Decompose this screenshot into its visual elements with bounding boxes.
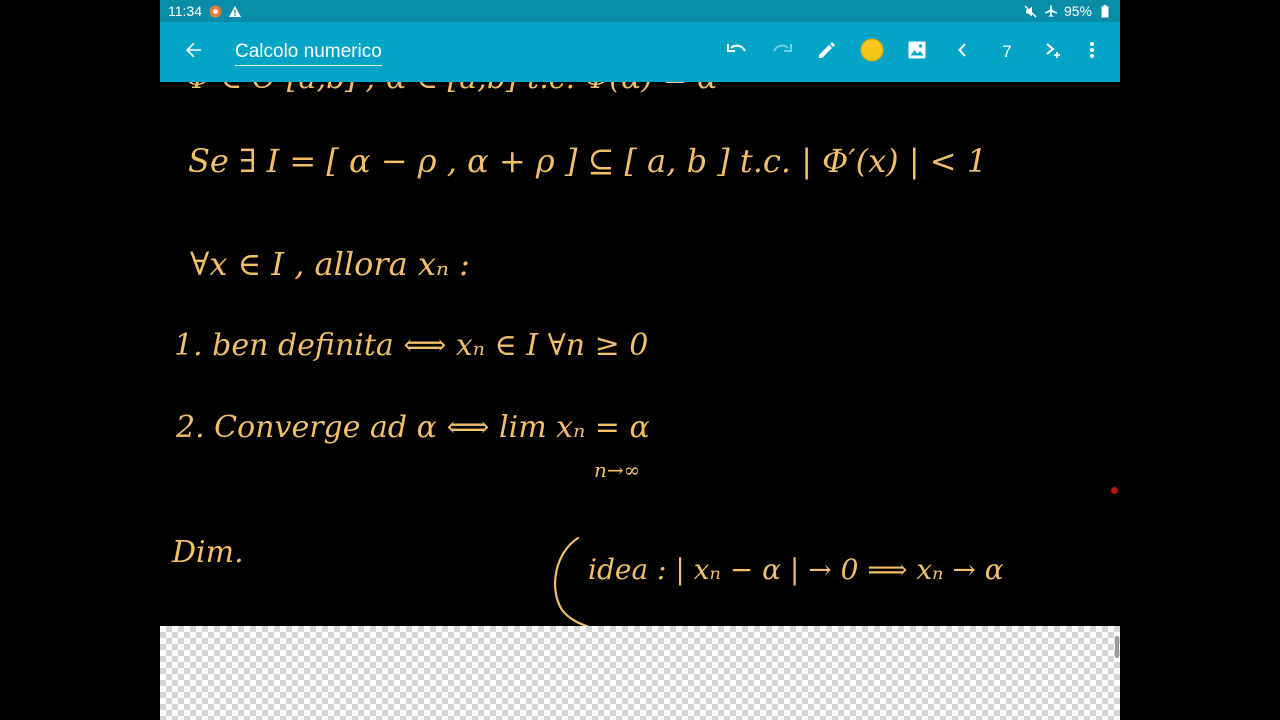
airplane-icon xyxy=(1044,4,1058,18)
chevron-left-icon xyxy=(957,42,967,62)
page-background-transparent xyxy=(160,626,1120,720)
note-line-idea: idea : | xₙ − α | → 0 ⟹ xₙ → α xyxy=(588,553,1004,586)
pen-cursor-dot xyxy=(1111,487,1118,494)
screen-record-icon xyxy=(208,4,222,18)
redo-icon xyxy=(771,43,793,62)
warning-icon xyxy=(228,4,242,18)
insert-image-button[interactable] xyxy=(895,30,939,74)
image-icon xyxy=(908,41,926,64)
pen-color-button[interactable] xyxy=(850,30,894,74)
page-number[interactable]: 7 xyxy=(985,30,1029,74)
app-toolbar: Calcolo numerico 7 xyxy=(160,22,1120,82)
undo-button[interactable] xyxy=(715,30,759,74)
status-time: 11:34 xyxy=(168,3,202,19)
tablet-screen: 11:34 95% Calcolo numerico 7 Se ∃ I = [… xyxy=(160,0,1120,720)
previous-page-button[interactable] xyxy=(940,30,984,74)
scrollbar-thumb[interactable] xyxy=(1115,636,1119,658)
pen-tool-button[interactable] xyxy=(805,30,849,74)
note-line-hypothesis: Se ∃ I = [ α − ρ , α + ρ ] ⊆ [ a, b ] t.… xyxy=(188,142,987,180)
pen-icon xyxy=(817,40,837,65)
back-button[interactable] xyxy=(172,30,216,74)
battery-level: 95% xyxy=(1063,3,1092,19)
notebook-title[interactable]: Calcolo numerico xyxy=(235,41,382,66)
note-line-forall: ∀x ∈ I , allora xₙ : xyxy=(190,245,470,283)
mute-icon xyxy=(1024,4,1038,18)
note-limit-subscript: n→∞ xyxy=(594,458,640,482)
battery-icon xyxy=(1098,4,1112,18)
handwriting-canvas[interactable]: Φ ∈ C¹[a,b] ; α ∈ [a,b] t.c. Φ(α) = α Se… xyxy=(160,82,1120,626)
redo-button[interactable] xyxy=(760,30,804,74)
overflow-menu-button[interactable] xyxy=(1070,30,1114,74)
note-parenthesis-stroke xyxy=(554,536,590,626)
note-dim: Dim. xyxy=(171,535,244,570)
more-vert-icon xyxy=(1089,41,1095,64)
note-line-point-1: 1. ben definita ⟺ xₙ ∈ I ∀n ≥ 0 xyxy=(174,328,648,363)
status-bar: 11:34 95% xyxy=(160,0,1120,22)
page-number-label: 7 xyxy=(1002,42,1012,61)
color-swatch-icon xyxy=(860,38,884,67)
note-line-top: Φ ∈ C¹[a,b] ; α ∈ [a,b] t.c. Φ(α) = α xyxy=(186,82,717,96)
next-page-add-icon xyxy=(1045,41,1063,64)
undo-icon xyxy=(726,43,748,62)
note-line-point-2: 2. Converge ad α ⟺ lim xₙ = α xyxy=(175,410,650,445)
back-arrow-icon xyxy=(185,41,203,64)
